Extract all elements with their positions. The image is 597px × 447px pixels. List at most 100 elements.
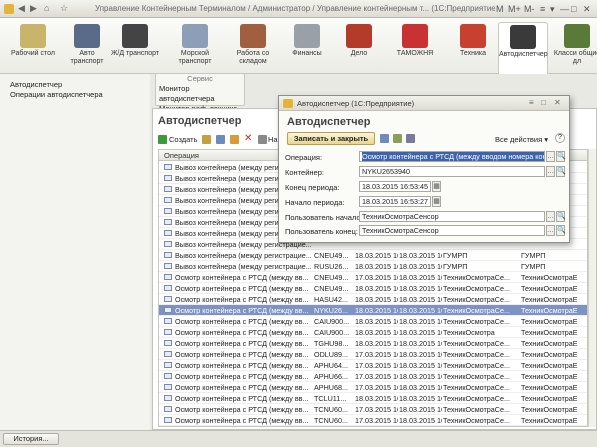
column-operation[interactable]: Операция — [164, 151, 199, 160]
dropdown-icon[interactable]: ▾ — [550, 4, 555, 15]
table-row[interactable]: Осмотр контейнера с РТСД (между вв... HAS… — [159, 294, 587, 305]
document-icon — [164, 417, 172, 423]
table-row[interactable]: Осмотр контейнера с РТСД (между вв... TCN… — [159, 404, 587, 415]
close-button[interactable]: ✕ — [583, 4, 591, 15]
memory-mminus-button[interactable]: M- — [524, 4, 535, 14]
document-icon — [164, 329, 172, 335]
structure-icon[interactable] — [406, 134, 415, 143]
cell-c2: APHU64... — [314, 361, 348, 370]
section-classifier[interactable]: Класси общие дл — [552, 22, 597, 74]
table-row[interactable]: Осмотр контейнера с РТСД (между вв... NYK… — [159, 305, 587, 316]
table-row[interactable]: Осмотр контейнера с РТСД (между вв...CAI… — [159, 426, 588, 427]
search-icon[interactable] — [258, 135, 267, 144]
history-icon[interactable]: ☆ — [60, 3, 68, 14]
section-ship[interactable]: Морской транспорт — [170, 22, 220, 74]
table-row[interactable]: Осмотр контейнера с РТСД (между вв... CNE… — [159, 272, 587, 283]
cell-c4: 18.03.2015 16:5... — [399, 262, 442, 271]
container-field[interactable]: NYKU2653940 — [359, 166, 545, 177]
table-row[interactable]: Вывоз контейнера (между регистрацие... RU… — [159, 261, 587, 272]
operation-open-icon[interactable]: 🔍 — [556, 151, 566, 162]
forward-icon[interactable]: ▶ — [30, 3, 37, 14]
table-row[interactable]: Осмотр контейнера с РТСД (между вв... TGH… — [159, 338, 587, 349]
table-scrollbar[interactable] — [588, 149, 596, 427]
service-item-monitor[interactable]: Монитор автодиспетчера — [156, 84, 244, 104]
dialog-close-button[interactable]: ✕ — [554, 98, 561, 107]
table-row[interactable]: Осмотр контейнера с РТСД (между вв... TCN… — [159, 415, 587, 426]
save-icon[interactable] — [380, 134, 389, 143]
create-button[interactable]: Создать — [169, 133, 198, 147]
copy-icon[interactable] — [202, 135, 211, 144]
user-start-select-button[interactable]: … — [546, 211, 555, 222]
cell-c3: 17.03.2015 16:5... — [355, 350, 398, 359]
cell-c5: ТехникОсмотраСе... — [443, 372, 510, 381]
table-row[interactable]: Осмотр контейнера с РТСД (между вв...CAI… — [159, 327, 587, 338]
section-train[interactable]: Ж/Д транспорт — [110, 22, 160, 74]
cell-c5: ТехникОсмотраСе... — [443, 383, 510, 392]
cell-c2: TCLU11... — [314, 394, 347, 403]
section-crane[interactable]: Техника — [448, 22, 498, 74]
cell-c5: ТехникОсмотраСе... — [443, 273, 510, 282]
end-period-field[interactable]: 18.03.2015 16:53:45 — [359, 181, 431, 192]
document-icon — [164, 219, 172, 225]
help-button[interactable]: ? — [555, 133, 565, 143]
nav-item-operations[interactable]: Операции автодиспетчера — [0, 90, 150, 100]
create-icon — [158, 135, 167, 144]
delete-icon[interactable]: ✕ — [244, 133, 252, 145]
user-end-open-icon[interactable]: 🔍 — [556, 225, 566, 236]
nav-item-autodispatcher[interactable]: Автодиспетчер — [0, 80, 150, 90]
cell-c4: 18.03.2015 16:5... — [399, 306, 442, 315]
table-row[interactable]: Вывоз контейнера (между регистрацие... CN… — [159, 250, 587, 261]
section-warehouse[interactable]: Работа со складом — [228, 22, 278, 74]
dialog-maximize-button[interactable]: □ — [541, 98, 546, 107]
window-titlebar: ◀ ▶ ⌂ ☆ Управление Контейнерным Терминал… — [0, 0, 597, 18]
edit-icon[interactable] — [230, 135, 239, 144]
user-end-field[interactable]: ТехникОсмотраСенсор — [359, 225, 545, 236]
table-row[interactable]: Осмотр контейнера с РТСД (между вв... APH… — [159, 360, 587, 371]
cell-c6: ТехникОсмотраЕ — [521, 394, 578, 403]
add-icon[interactable] — [216, 135, 225, 144]
back-icon[interactable]: ◀ — [18, 3, 25, 14]
user-start-field[interactable]: ТехникОсмотраСенсор — [359, 211, 545, 222]
table-row[interactable]: Осмотр контейнера с РТСД (между вв... APH… — [159, 382, 587, 393]
start-calendar-icon[interactable]: ▦ — [432, 196, 441, 207]
table-row[interactable]: Осмотр контейнера с РТСД (между вв... TCL… — [159, 393, 587, 404]
container-open-icon[interactable]: 🔍 — [556, 166, 566, 177]
container-select-button[interactable]: … — [546, 166, 555, 177]
history-button[interactable]: История... — [3, 433, 59, 445]
table-row[interactable]: Осмотр контейнера с РТСД (между вв... ODL… — [159, 349, 587, 360]
cell-c4: 18.03.2015 16:5... — [399, 273, 442, 282]
operation-select-button[interactable]: … — [546, 151, 555, 162]
all-actions-menu[interactable]: Все действия ▾ — [495, 135, 548, 144]
table-row[interactable]: Осмотр контейнера с РТСД (между вв... CNE… — [159, 283, 587, 294]
document-icon — [164, 307, 172, 313]
section-desktop[interactable]: Рабочий стол — [8, 22, 58, 74]
classifier-icon — [564, 24, 590, 48]
cell-c6: ТехникОсмотраЕ — [521, 405, 578, 414]
user-end-select-button[interactable]: … — [546, 225, 555, 236]
save-and-close-button[interactable]: Записать и закрыть — [287, 132, 375, 145]
home-icon[interactable]: ⌂ — [44, 3, 49, 13]
table-row[interactable]: Осмотр контейнера с РТСД (между вв... APH… — [159, 371, 587, 382]
menu-icon[interactable]: ≡ — [540, 4, 545, 14]
section-container[interactable]: Дело — [334, 22, 384, 74]
section-traffic-light[interactable]: Автодиспетчер — [498, 22, 548, 74]
section-customs[interactable]: ТАМОЖНЯ — [390, 22, 440, 74]
cell-c3: 18.03.2015 16:5... — [355, 394, 398, 403]
section-truck[interactable]: Авто транспорт — [62, 22, 112, 74]
start-period-label: Начало периода: — [285, 198, 345, 207]
operation-field[interactable]: Осмотр контейнера с РТСД (между вводом н… — [359, 151, 545, 162]
dialog-menu-icon[interactable]: ≡ — [529, 98, 534, 107]
end-calendar-icon[interactable]: ▦ — [432, 181, 441, 192]
section-finance[interactable]: Финансы — [282, 22, 332, 74]
memory-mplus-button[interactable]: M+ — [508, 4, 521, 14]
table-row[interactable]: Осмотр контейнера с РТСД (между вв...CAI… — [159, 316, 587, 327]
user-start-open-icon[interactable]: 🔍 — [556, 211, 566, 222]
cell-c3: 17.03.2015 16:5... — [355, 273, 398, 282]
memory-m-button[interactable]: M — [496, 4, 504, 14]
maximize-button[interactable]: □ — [571, 4, 576, 14]
cell-c5: ТехникОсмотраСе... — [443, 394, 510, 403]
post-icon[interactable] — [393, 134, 402, 143]
cell-c3: 17.03.2015 16:5... — [355, 372, 398, 381]
start-period-field[interactable]: 18.03.2015 16:53:27 — [359, 196, 431, 207]
minimize-button[interactable]: — — [560, 4, 569, 14]
